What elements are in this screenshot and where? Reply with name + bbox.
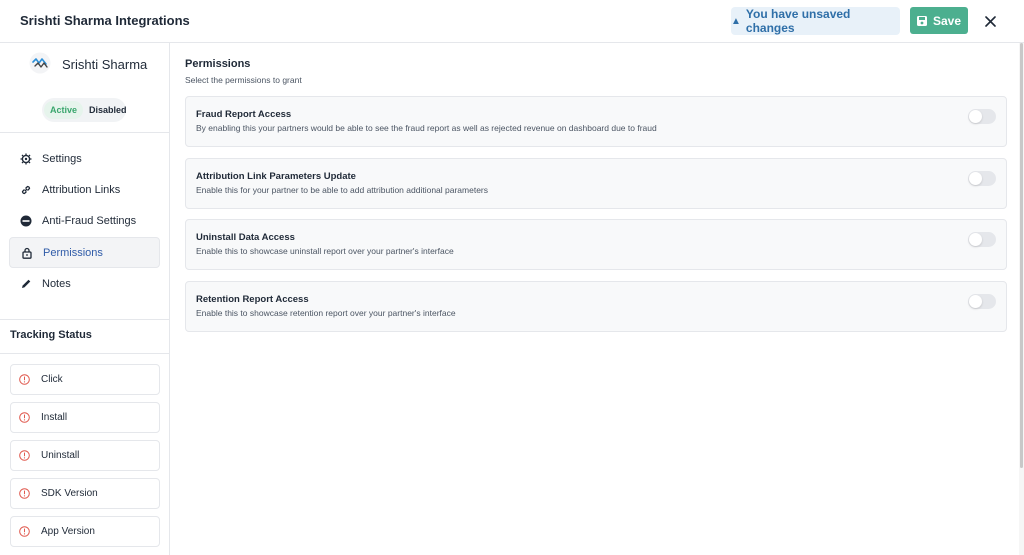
lock-icon (21, 247, 33, 259)
tracking-item-label: Click (41, 374, 63, 385)
toggle-knob (969, 110, 982, 123)
floppy-disk-icon (916, 15, 927, 26)
sidebar-item-label: Permissions (43, 246, 103, 259)
divider (0, 319, 169, 320)
tracking-item-label: SDK Version (41, 488, 98, 499)
tracking-item-label: App Version (41, 526, 95, 537)
error-icon (19, 450, 30, 461)
tracking-item-label: Uninstall (41, 450, 80, 461)
permission-title: Attribution Link Parameters Update (196, 170, 356, 182)
sidebar-item-permissions[interactable]: Permissions (9, 237, 160, 269)
tracking-item-label: Install (41, 412, 68, 423)
divider (0, 353, 169, 354)
tracking-status-title: Tracking Status (10, 329, 92, 341)
error-icon (19, 488, 30, 499)
sidebar-item-notes[interactable]: Notes (9, 269, 160, 300)
save-button-label: Save (932, 13, 962, 28)
permission-list: Fraud Report Access By enabling this you… (185, 96, 1007, 342)
permission-description: Enable this to showcase uninstall report… (196, 246, 454, 256)
permission-card-retention-report: Retention Report Access Enable this to s… (185, 280, 1007, 332)
sidebar-item-label: Anti-Fraud Settings (42, 215, 137, 228)
permission-description: Enable this for your partner to be able … (196, 184, 489, 195)
tracking-status-list: Click Install Uninstall SDK Version App … (10, 364, 160, 554)
permission-title: Fraud Report Access (196, 109, 292, 120)
close-icon (984, 15, 996, 27)
pencil-icon (20, 278, 32, 290)
status-active-option[interactable]: Active (44, 101, 84, 119)
unsaved-changes-text: You have unsaved changes (745, 7, 851, 35)
error-icon (19, 526, 30, 537)
permission-toggle[interactable] (968, 293, 996, 309)
sidebar-item-settings[interactable]: Settings (9, 143, 160, 174)
scrollbar-thumb[interactable] (1020, 43, 1023, 468)
status-toggle[interactable]: Active Disabled (42, 98, 127, 122)
section-subtitle: Select the permissions to grant (185, 75, 302, 85)
permission-description: Enable this to showcase retention report… (196, 307, 456, 318)
tracking-item-click[interactable]: Click (10, 364, 160, 395)
partner-logo (29, 52, 51, 74)
permissions-panel: Permissions Select the permissions to gr… (171, 43, 1019, 555)
permission-toggle[interactable] (968, 109, 996, 124)
permission-card-fraud-report: Fraud Report Access By enabling this you… (185, 96, 1007, 147)
sidebar-nav: Settings Attribution Links Anti-Fraud Se… (9, 143, 160, 300)
block-icon (20, 215, 32, 227)
permission-card-attribution-link-parameters: Attribution Link Parameters Update Enabl… (185, 157, 1007, 209)
error-icon (19, 374, 30, 385)
sidebar-item-attribution-links[interactable]: Attribution Links (9, 174, 160, 205)
toggle-knob (969, 233, 982, 246)
tracking-item-app-version[interactable]: App Version (10, 516, 160, 547)
permission-title: Retention Report Access (196, 293, 309, 305)
toggle-knob (969, 294, 982, 308)
top-bar: Srishti Sharma Integrations ▲ You have u… (0, 0, 1024, 43)
warning-icon: ▲ (731, 15, 741, 27)
toggle-knob (969, 171, 982, 185)
page-title: Srishti Sharma Integrations (20, 13, 190, 28)
scrollbar[interactable] (1019, 43, 1024, 555)
gear-icon (20, 153, 32, 165)
save-button[interactable]: Save (910, 7, 968, 34)
permission-title: Uninstall Data Access (196, 232, 295, 243)
sidebar-item-label: Notes (42, 278, 71, 291)
permission-description: By enabling this your partners would be … (196, 123, 657, 133)
permission-toggle[interactable] (968, 170, 996, 186)
sidebar-item-label: Attribution Links (42, 183, 121, 196)
section-title: Permissions (185, 58, 251, 70)
close-button[interactable] (982, 12, 998, 30)
tracking-item-install[interactable]: Install (10, 402, 160, 433)
status-disabled-option[interactable]: Disabled (83, 101, 133, 119)
link-icon (20, 184, 32, 196)
permission-toggle[interactable] (968, 232, 996, 247)
profile-section: Srishti Sharma Active Disabled (0, 43, 169, 133)
permission-card-uninstall-data: Uninstall Data Access Enable this to sho… (185, 219, 1007, 270)
tracking-item-uninstall[interactable]: Uninstall (10, 440, 160, 471)
sidebar-item-anti-fraud-settings[interactable]: Anti-Fraud Settings (9, 206, 160, 237)
tracking-item-sdk-version[interactable]: SDK Version (10, 478, 160, 509)
error-icon (19, 412, 30, 423)
sidebar-item-label: Settings (42, 152, 82, 165)
unsaved-changes-banner: ▲ You have unsaved changes (731, 7, 900, 35)
partner-name: Srishti Sharma (62, 57, 148, 72)
sidebar: Srishti Sharma Active Disabled Settings … (0, 43, 170, 555)
